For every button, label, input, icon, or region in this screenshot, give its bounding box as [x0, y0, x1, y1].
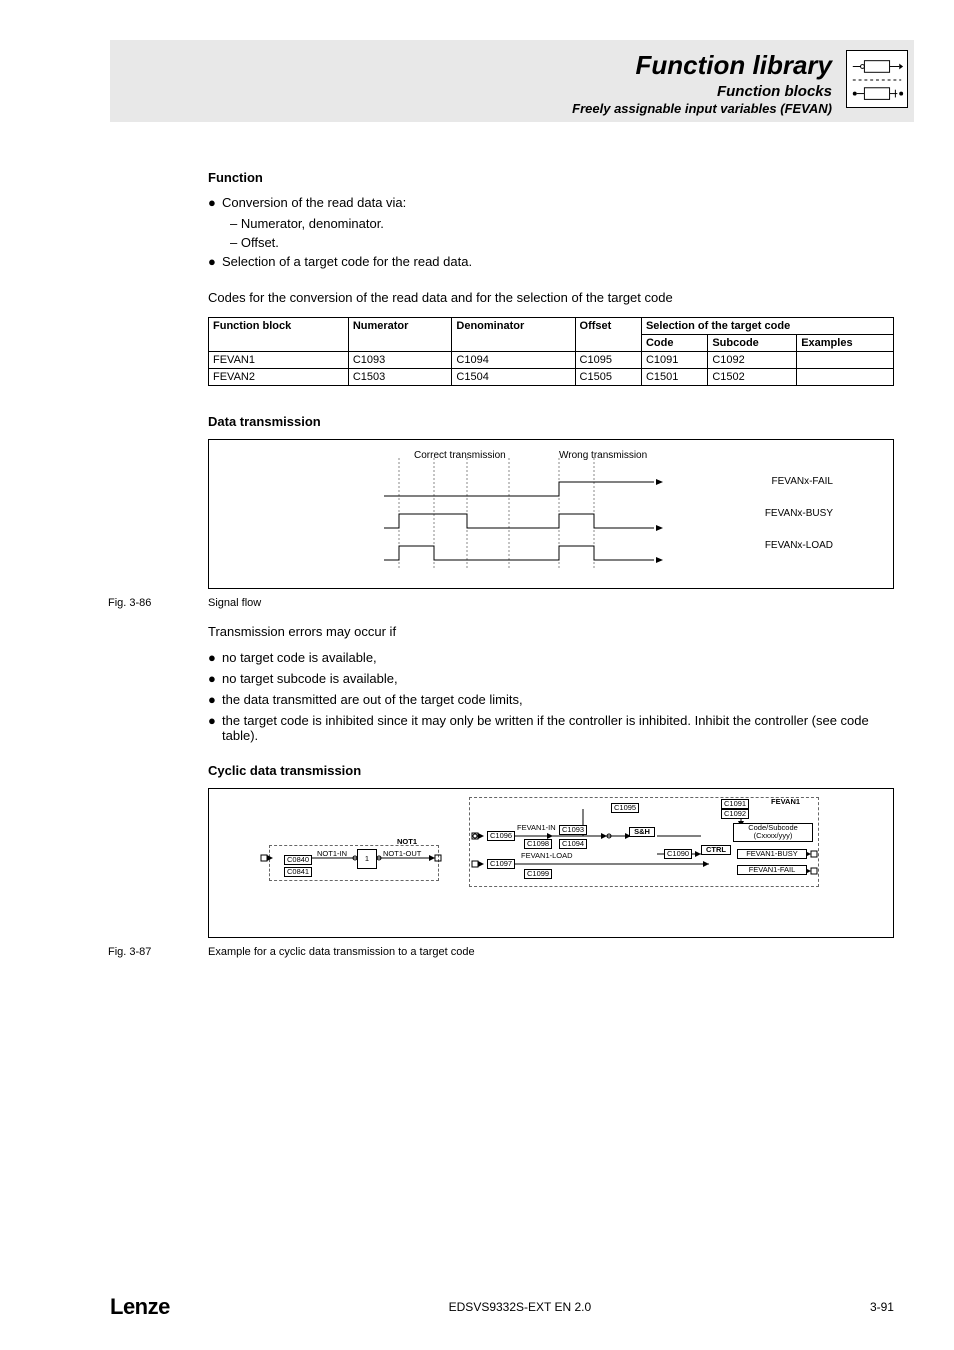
figure-number: Fig. 3-86 — [108, 597, 178, 609]
brand-logo: Lenze — [110, 1294, 170, 1320]
bullet-text: no target subcode is available, — [222, 671, 890, 686]
bullet-text: the target code is inhibited since it ma… — [222, 713, 890, 743]
fevan1-fail-box: FEVAN1-FAIL — [737, 865, 807, 875]
error-bullet-1: ●no target code is available, — [208, 650, 894, 665]
c1092-box: C1092 — [721, 809, 749, 819]
fevan1-in-label: FEVAN1-IN — [517, 823, 556, 832]
fevan1-label: FEVAN1 — [771, 797, 800, 806]
cell-code: C1091 — [641, 351, 707, 368]
page-title: Function library — [572, 50, 832, 81]
function-sub-2: – Offset. — [230, 235, 894, 250]
fevan1-load-label: FEVAN1-LOAD — [521, 851, 573, 860]
cell-fb: FEVAN1 — [209, 351, 349, 368]
c1093-box: C1093 — [559, 825, 587, 835]
content-area: Function ●Conversion of the read data vi… — [208, 170, 894, 958]
page-subtitle-2: Freely assignable input variables (FEVAN… — [572, 101, 832, 116]
cell-off: C1505 — [575, 368, 641, 385]
fevan1-busy-box: FEVAN1-BUSY — [737, 849, 807, 859]
cell-off: C1095 — [575, 351, 641, 368]
table-row: FEVAN1 C1093 C1094 C1095 C1091 C1092 — [209, 351, 894, 368]
figure-caption: Example for a cyclic data transmission t… — [208, 946, 475, 958]
th-subcode: Subcode — [708, 334, 797, 351]
cell-ex — [797, 368, 894, 385]
timing-diagram: Correct transmission Wrong transmission … — [208, 439, 894, 589]
page-header: Function library Function blocks Freely … — [110, 40, 914, 122]
th-selection-super: Selection of the target code — [641, 317, 893, 334]
transmission-errors-intro: Transmission errors may occur if — [208, 623, 894, 641]
th-offset: Offset — [575, 317, 641, 351]
figure-number: Fig. 3-87 — [108, 946, 178, 958]
cell-code: C1501 — [641, 368, 707, 385]
cell-num: C1503 — [348, 368, 452, 385]
function-sub-1: – Numerator, denominator. — [230, 216, 894, 231]
cell-fb: FEVAN2 — [209, 368, 349, 385]
c1096-box: C1096 — [487, 831, 515, 841]
table-row: FEVAN2 C1503 C1504 C1505 C1501 C1502 — [209, 368, 894, 385]
ctrl-box: CTRL — [701, 845, 731, 855]
cell-sub: C1092 — [708, 351, 797, 368]
sh-box: S&H — [629, 827, 655, 837]
th-function-block: Function block — [209, 317, 349, 351]
c1095-box: C1095 — [611, 803, 639, 813]
cell-den: C1094 — [452, 351, 575, 368]
c1091-box: C1091 — [721, 799, 749, 809]
code-subcode-format: (Cxxxx/yyy) — [736, 832, 810, 840]
figure-86-caption-row: Fig. 3-86 Signal flow — [208, 597, 894, 609]
error-bullet-4: ●the target code is inhibited since it m… — [208, 713, 894, 743]
header-text-block: Function library Function blocks Freely … — [572, 50, 832, 116]
bullet-text: the data transmitted are out of the targ… — [222, 692, 890, 707]
c1098-box: C1098 — [524, 839, 552, 849]
page-footer: Lenze EDSVS9332S-EXT EN 2.0 3-91 — [0, 1294, 954, 1320]
c1097-box: C1097 — [487, 859, 515, 869]
c1099-box: C1099 — [524, 869, 552, 879]
c1094-box: C1094 — [559, 839, 587, 849]
function-bullet-1: ●Conversion of the read data via: — [208, 195, 894, 210]
code-subcode-box: Code/Subcode (Cxxxx/yyy) — [733, 823, 813, 842]
signal-load-label: FEVANx-LOAD — [765, 540, 833, 551]
th-numerator: Numerator — [348, 317, 452, 351]
figure-87-caption-row: Fig. 3-87 Example for a cyclic data tran… — [208, 946, 894, 958]
figure-caption: Signal flow — [208, 597, 261, 609]
th-examples: Examples — [797, 334, 894, 351]
c1090-box: C1090 — [664, 849, 692, 859]
th-code: Code — [641, 334, 707, 351]
error-bullet-3: ●the data transmitted are out of the tar… — [208, 692, 894, 707]
signal-busy-label: FEVANx-BUSY — [765, 508, 833, 519]
page-subtitle-1: Function blocks — [572, 83, 832, 100]
block-diagram-icon — [846, 50, 908, 108]
cell-num: C1093 — [348, 351, 452, 368]
cell-den: C1504 — [452, 368, 575, 385]
signal-fail-label: FEVANx-FAIL — [772, 476, 834, 487]
bullet-text: no target code is available, — [222, 650, 890, 665]
cyclic-heading: Cyclic data transmission — [208, 763, 894, 778]
cell-ex — [797, 351, 894, 368]
th-denominator: Denominator — [452, 317, 575, 351]
data-transmission-heading: Data transmission — [208, 414, 894, 429]
function-heading: Function — [208, 170, 894, 185]
page-number: 3-91 — [870, 1300, 894, 1314]
function-bullet-2: ●Selection of a target code for the read… — [208, 254, 894, 269]
cell-sub: C1502 — [708, 368, 797, 385]
document-id: EDSVS9332S-EXT EN 2.0 — [449, 1300, 592, 1314]
bullet-text: Conversion of the read data via: — [222, 195, 890, 210]
codes-intro: Codes for the conversion of the read dat… — [208, 289, 894, 307]
error-bullet-2: ●no target subcode is available, — [208, 671, 894, 686]
cyclic-block-diagram: NOT1 NOT1-IN NOT1-OUT C0840 C0841 1 — [208, 788, 894, 938]
codes-table: Function block Numerator Denominator Off… — [208, 317, 894, 386]
bullet-text: Selection of a target code for the read … — [222, 254, 890, 269]
